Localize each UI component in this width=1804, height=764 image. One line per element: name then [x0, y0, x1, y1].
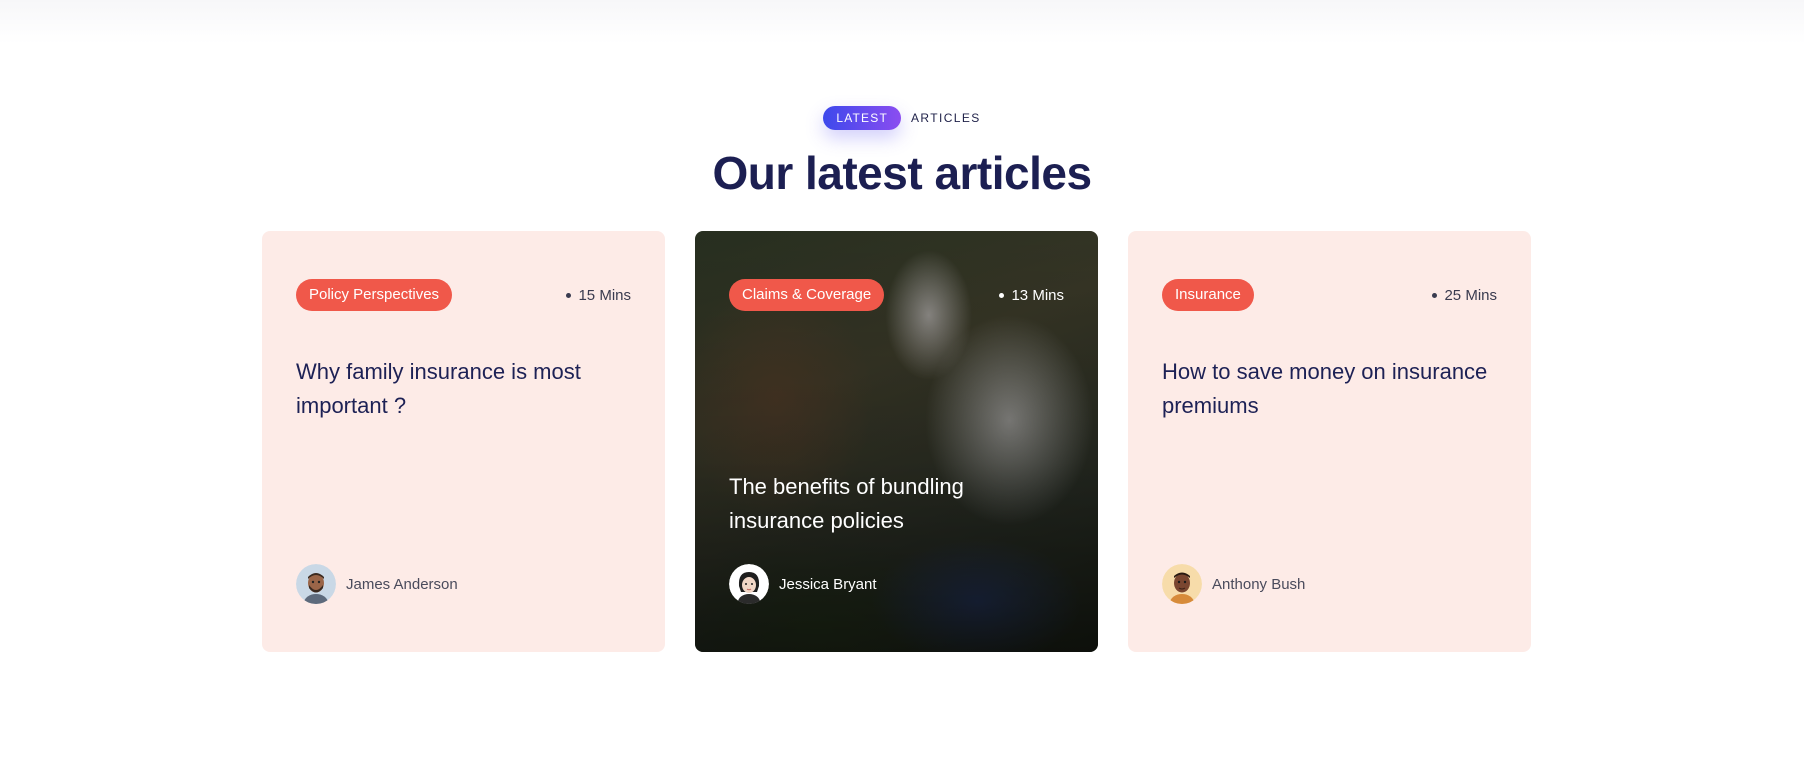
section-heading: Our latest articles — [712, 147, 1092, 199]
top-fade — [0, 0, 1804, 44]
read-time-label: 13 Mins — [1011, 286, 1064, 304]
dot-icon — [566, 292, 572, 298]
article-title[interactable]: The benefits of bundling insurance polic… — [729, 470, 1058, 538]
author-name: James Anderson — [346, 575, 458, 593]
author-avatar — [1162, 564, 1202, 604]
section-eyebrow: LATEST ARTICLES — [0, 106, 1804, 130]
eyebrow-pill: LATEST — [823, 106, 901, 130]
dot-icon — [999, 292, 1005, 298]
author[interactable]: Jessica Bryant — [729, 564, 877, 604]
card-meta: Policy Perspectives 15 Mins — [296, 279, 631, 311]
read-time-label: 15 Mins — [578, 286, 631, 304]
latest-articles-section: LATEST ARTICLES Our latest articles Poli… — [0, 0, 1804, 764]
author[interactable]: James Anderson — [296, 564, 458, 604]
article-card[interactable]: Policy Perspectives 15 Mins Why family i… — [262, 231, 665, 652]
read-time-label: 25 Mins — [1444, 286, 1497, 304]
read-time: 25 Mins — [1432, 287, 1497, 304]
card-meta: Insurance 25 Mins — [1162, 279, 1497, 311]
read-time: 13 Mins — [999, 287, 1064, 304]
card-meta: Claims & Coverage 13 Mins — [729, 279, 1064, 311]
author[interactable]: Anthony Bush — [1162, 564, 1305, 604]
dot-icon — [1432, 292, 1438, 298]
article-cards: Policy Perspectives 15 Mins Why family i… — [262, 231, 1531, 652]
author-avatar — [296, 564, 336, 604]
article-card[interactable]: Insurance 25 Mins How to save money on i… — [1128, 231, 1531, 652]
category-tag[interactable]: Policy Perspectives — [296, 279, 453, 311]
article-card-featured[interactable]: Claims & Coverage 13 Mins The benefits o… — [695, 231, 1098, 652]
read-time: 15 Mins — [566, 287, 631, 304]
author-name: Jessica Bryant — [779, 575, 877, 593]
author-name: Anthony Bush — [1212, 575, 1306, 593]
eyebrow-text: ARTICLES — [910, 111, 981, 125]
article-title[interactable]: Why family insurance is most important ? — [296, 355, 625, 423]
article-title[interactable]: How to save money on insurance premiums — [1162, 355, 1491, 423]
category-tag[interactable]: Claims & Coverage — [729, 279, 885, 311]
category-tag[interactable]: Insurance — [1162, 279, 1254, 311]
author-avatar — [729, 564, 769, 604]
